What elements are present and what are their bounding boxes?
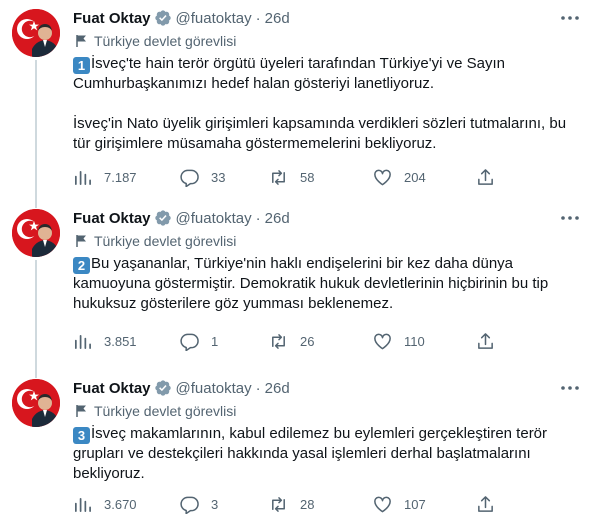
- account-label[interactable]: Türkiye devlet görevlisi: [75, 32, 236, 50]
- number-badge: 2: [73, 257, 90, 274]
- verified-badge-icon: [154, 10, 171, 26]
- number-badge: 3: [73, 427, 90, 444]
- tweet-paragraph: 2 Bu yaşananlar, Türkiye'nin haklı endişe…: [73, 254, 578, 314]
- number-badge: 1: [73, 57, 90, 74]
- retweet-icon: [272, 169, 285, 185]
- share-icon: [478, 332, 493, 349]
- thread-line: [35, 60, 37, 208]
- retweet-count: 28: [300, 496, 315, 512]
- like-icon: [374, 333, 391, 349]
- analytics-icon: [74, 334, 91, 349]
- tweet-2[interactable]: Fuat Oktay @fuatoktay · 26d Türkiye devl…: [0, 200, 595, 378]
- author-name[interactable]: Fuat Oktay: [73, 10, 151, 27]
- government-flag-icon: [76, 35, 86, 47]
- retweet-action[interactable]: 28: [269, 494, 314, 514]
- like-icon: [374, 496, 391, 512]
- action-bar: 3.670 3 28 107: [73, 494, 493, 514]
- views-count: 7.187: [104, 169, 137, 185]
- verified-badge-icon: [154, 210, 171, 226]
- more-options-icon[interactable]: [559, 9, 581, 27]
- views-count: 3.851: [104, 333, 137, 349]
- views-action[interactable]: 7.187: [73, 167, 137, 187]
- retweet-icon: [272, 333, 285, 349]
- more-options-icon[interactable]: [559, 379, 581, 397]
- separator-dot: ·: [255, 379, 261, 397]
- like-action[interactable]: 107: [373, 494, 426, 514]
- tweet-paragraph-text: Bu yaşananlar, Türkiye'nin haklı endişel…: [73, 255, 549, 312]
- timestamp[interactable]: 26d: [265, 210, 290, 227]
- account-label[interactable]: Türkiye devlet görevlisi: [75, 402, 236, 420]
- account-label[interactable]: Türkiye devlet görevlisi: [75, 232, 236, 250]
- analytics-icon: [74, 170, 91, 185]
- more-options-icon[interactable]: [559, 209, 581, 227]
- avatar[interactable]: [12, 379, 60, 427]
- timestamp[interactable]: 26d: [265, 10, 290, 27]
- retweet-count: 26: [300, 333, 315, 349]
- account-label-text: Türkiye devlet görevlisi: [94, 33, 237, 49]
- reply-icon: [180, 169, 199, 187]
- tweet-paragraph: 3 İsveç makamlarının, kabul edilemez bu e…: [73, 424, 578, 484]
- reply-icon: [180, 333, 199, 351]
- like-icon: [374, 169, 391, 185]
- tweet-1[interactable]: Fuat Oktay @fuatoktay · 26d Türkiye devl…: [0, 0, 595, 208]
- reply-count: 3: [211, 496, 219, 512]
- reply-action[interactable]: 3: [180, 494, 218, 514]
- timestamp[interactable]: 26d: [265, 380, 290, 397]
- views-action[interactable]: 3.670: [73, 494, 137, 514]
- like-count: 110: [404, 333, 425, 349]
- tweet-paragraph: 1 İsveç'te hain terör örgütü üyeleri tara…: [73, 54, 578, 94]
- like-count: 107: [404, 496, 426, 512]
- reply-action[interactable]: 33: [180, 167, 225, 187]
- author-handle[interactable]: @fuatoktay: [176, 380, 252, 397]
- avatar[interactable]: [12, 9, 60, 57]
- share-icon: [478, 495, 493, 512]
- tweet-3[interactable]: Fuat Oktay @fuatoktay · 26d Türkiye devl…: [0, 370, 595, 514]
- thread-line: [35, 260, 37, 378]
- tweet-header: Fuat Oktay @fuatoktay · 26d: [73, 377, 290, 399]
- government-flag-icon: [76, 235, 86, 247]
- retweet-action[interactable]: 58: [269, 167, 314, 187]
- author-name[interactable]: Fuat Oktay: [73, 380, 151, 397]
- author-handle[interactable]: @fuatoktay: [176, 10, 252, 27]
- share-action[interactable]: [476, 494, 495, 514]
- tweet-paragraph-text: İsveç'te hain terör örgütü üyeleri taraf…: [73, 55, 505, 92]
- verified-badge-icon: [154, 380, 171, 396]
- author-name[interactable]: Fuat Oktay: [73, 210, 151, 227]
- analytics-icon: [74, 497, 91, 512]
- action-bar: 7.187 33 58 204: [73, 167, 493, 187]
- separator-dot: ·: [255, 209, 261, 227]
- account-label-text: Türkiye devlet görevlisi: [94, 403, 237, 419]
- share-icon: [478, 168, 493, 185]
- retweet-count: 58: [300, 169, 315, 185]
- tweet-paragraph: İsveç'in Nato üyelik girişimleri kapsamı…: [73, 115, 567, 152]
- tweet-header: Fuat Oktay @fuatoktay · 26d: [73, 207, 290, 229]
- like-count: 204: [404, 169, 426, 185]
- retweet-icon: [272, 496, 285, 512]
- tweet-text: 3 İsveç makamlarının, kabul edilemez bu e…: [73, 424, 578, 484]
- views-action[interactable]: 3.851: [73, 331, 137, 351]
- reply-action[interactable]: 1: [180, 331, 218, 351]
- reply-icon: [180, 496, 199, 514]
- reply-count: 1: [211, 333, 219, 349]
- government-flag-icon: [76, 405, 86, 417]
- share-action[interactable]: [476, 167, 495, 187]
- tweet-paragraph-text: İsveç makamlarının, kabul edilemez bu ey…: [73, 425, 548, 482]
- views-count: 3.670: [104, 496, 137, 512]
- tweet-header: Fuat Oktay @fuatoktay · 26d: [73, 7, 290, 29]
- avatar[interactable]: [12, 209, 60, 257]
- action-bar: 3.851 1 26 110: [73, 331, 493, 351]
- reply-count: 33: [211, 169, 226, 185]
- tweet-text: 2 Bu yaşananlar, Türkiye'nin haklı endişe…: [73, 254, 578, 314]
- account-label-text: Türkiye devlet görevlisi: [94, 233, 237, 249]
- like-action[interactable]: 204: [373, 167, 426, 187]
- author-handle[interactable]: @fuatoktay: [176, 210, 252, 227]
- separator-dot: ·: [255, 9, 261, 27]
- like-action[interactable]: 110: [373, 331, 425, 351]
- tweet-text: 1 İsveç'te hain terör örgütü üyeleri tara…: [73, 54, 578, 154]
- share-action[interactable]: [476, 331, 495, 351]
- retweet-action[interactable]: 26: [269, 331, 314, 351]
